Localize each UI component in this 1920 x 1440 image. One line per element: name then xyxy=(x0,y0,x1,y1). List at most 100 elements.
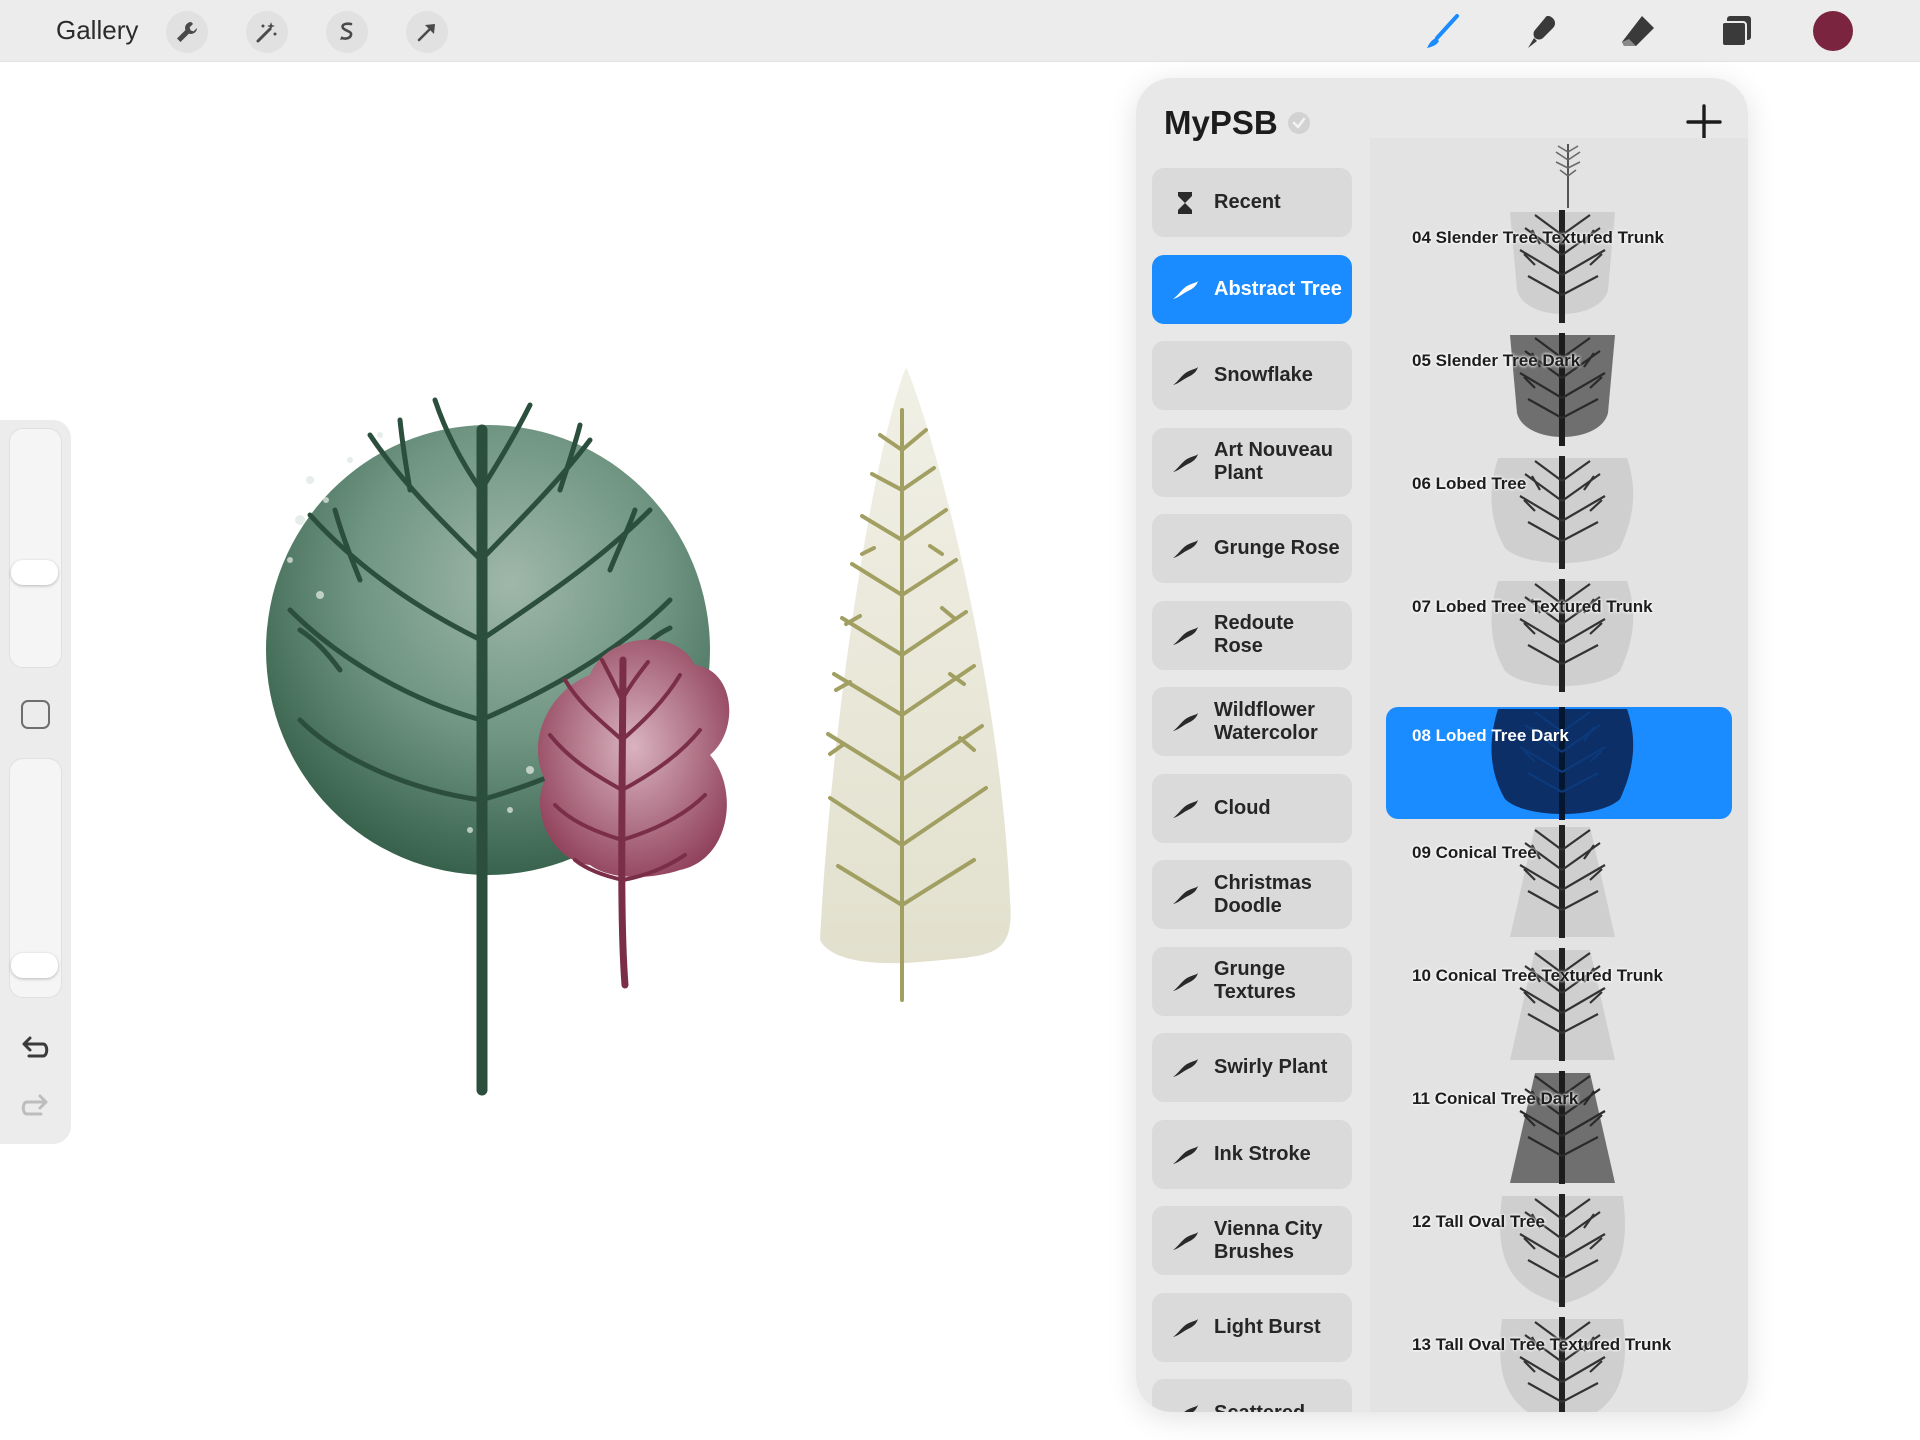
brush-set-label: Snowflake xyxy=(1214,364,1313,386)
brush-set-item[interactable]: Light Burst xyxy=(1152,1292,1352,1362)
brush-stroke-icon xyxy=(1173,713,1198,731)
brush-set-label: Cloud xyxy=(1214,796,1271,819)
brush-size-thumb[interactable] xyxy=(11,559,58,585)
conifer-tree xyxy=(820,367,1011,1002)
transform-arrow-icon[interactable] xyxy=(406,11,448,53)
top-toolbar: Gallery xyxy=(0,0,1920,62)
brush-set-item[interactable]: Vienna City Brushes xyxy=(1152,1206,1352,1275)
eraser-icon[interactable] xyxy=(1614,8,1662,56)
brush-preview xyxy=(1500,1317,1625,1412)
brush-item[interactable]: 07 Lobed Tree Textured Trunk xyxy=(1370,579,1748,702)
brush-item[interactable]: 11 Conical Tree Dark xyxy=(1370,1071,1748,1194)
brush-size-slider[interactable] xyxy=(9,428,62,668)
brush-name: 13 Tall Oval Tree Textured Trunk xyxy=(1412,1335,1672,1354)
brush-set-item[interactable]: Christmas Doodle xyxy=(1152,860,1352,929)
brush-stroke-icon xyxy=(1173,1232,1198,1250)
brush-stroke-icon xyxy=(1173,626,1198,645)
left-sidebar xyxy=(0,420,71,1144)
brush-set-label: Recent xyxy=(1214,191,1281,213)
brush-name: 12 Tall Oval Tree xyxy=(1412,1212,1545,1231)
brush-icon[interactable] xyxy=(1419,8,1467,56)
brush-set-item[interactable]: Abstract Tree xyxy=(1152,254,1352,324)
brush-preview[interactable] xyxy=(1548,142,1588,210)
opacity-thumb[interactable] xyxy=(11,952,58,978)
brush-preview xyxy=(1491,707,1634,820)
brush-set-label: Abstract Tree xyxy=(1214,277,1342,300)
brush-set-label: Light Burst xyxy=(1214,1315,1321,1338)
brush-set-label: Grunge Rose xyxy=(1214,537,1340,559)
brush-set-item[interactable]: Ink Stroke xyxy=(1152,1119,1352,1189)
brush-name: 04 Slender Tree Textured Trunk xyxy=(1412,228,1664,247)
brush-set-item[interactable]: Wildflower Watercolor xyxy=(1152,687,1352,756)
brush-stroke-icon xyxy=(1173,367,1198,385)
brush-set-label: Swirly Plant xyxy=(1214,1056,1328,1078)
imported-check-icon xyxy=(1288,112,1310,134)
brush-library-panel: MyPSB Recent Abstract Tree Snowflake Art No… xyxy=(1136,78,1748,1412)
brush-name: 06 Lobed Tree xyxy=(1412,474,1527,493)
brush-set-label: Art Nouveau Plant xyxy=(1214,439,1333,484)
brush-set-label: Wildflower Watercolor xyxy=(1214,698,1318,744)
wrench-icon[interactable] xyxy=(166,11,208,53)
brush-item[interactable]: 06 Lobed Tree xyxy=(1370,456,1748,579)
add-brush-icon[interactable] xyxy=(1684,102,1724,142)
undo-icon[interactable] xyxy=(17,1030,53,1066)
hourglass-icon xyxy=(1178,192,1192,214)
brush-name: 08 Lobed Tree Dark xyxy=(1412,726,1569,745)
brush-item[interactable]: 04 Slender Tree Textured Trunk xyxy=(1370,210,1748,333)
redo-icon[interactable] xyxy=(17,1088,53,1124)
small-pink-tree xyxy=(537,639,730,989)
selection-icon[interactable] xyxy=(326,11,368,53)
brush-item[interactable]: 09 Conical Tree xyxy=(1370,825,1748,948)
brush-name: 11 Conical Tree Dark xyxy=(1412,1089,1579,1108)
modifier-button[interactable] xyxy=(21,700,50,729)
magic-wand-icon[interactable] xyxy=(246,11,288,53)
brush-set-item[interactable]: Scattered xyxy=(1152,1379,1352,1412)
canvas-artwork[interactable] xyxy=(230,340,1050,1220)
brush-stroke-icon xyxy=(1173,1145,1198,1164)
brush-stroke-icon xyxy=(1184,1405,1198,1412)
brush-stroke-icon xyxy=(1173,972,1198,991)
brush-stroke-icon xyxy=(1173,799,1198,818)
brush-stroke-icon xyxy=(1173,453,1198,472)
brush-set-item[interactable]: Art Nouveau Plant xyxy=(1152,427,1352,497)
layers-icon[interactable] xyxy=(1712,8,1760,56)
brush-preview xyxy=(1510,333,1615,446)
brush-set-label: Christmas Doodle xyxy=(1214,871,1312,917)
brush-list[interactable]: 04 Slender Tree Textured Trunk 05 Slender… xyxy=(1370,138,1748,1412)
brush-preview xyxy=(1510,210,1615,323)
color-swatch[interactable] xyxy=(1813,11,1853,51)
brush-item[interactable]: 13 Tall Oval Tree Textured Trunk xyxy=(1370,1317,1748,1412)
brush-item[interactable]: 10 Conical Tree Textured Trunk xyxy=(1370,948,1748,1071)
brush-set-item[interactable]: Snowflake xyxy=(1152,341,1352,410)
brush-set-item[interactable]: Recent xyxy=(1152,168,1352,237)
brush-preview xyxy=(1510,948,1615,1061)
brush-set-label: Scattered xyxy=(1214,1402,1344,1412)
brush-stroke-icon xyxy=(1173,1059,1198,1077)
brush-set-item[interactable]: Cloud xyxy=(1152,773,1352,843)
gallery-button[interactable]: Gallery xyxy=(56,15,138,46)
brush-item[interactable]: 12 Tall Oval Tree xyxy=(1370,1194,1748,1317)
brush-preview xyxy=(1491,456,1634,569)
brush-item[interactable]: 08 Lobed Tree Dark xyxy=(1386,707,1732,820)
brush-set-item[interactable]: Grunge Textures xyxy=(1152,946,1352,1016)
brush-name: 07 Lobed Tree Textured Trunk xyxy=(1412,597,1653,616)
brush-name: 05 Slender Tree Dark xyxy=(1412,351,1581,370)
library-title: MyPSB xyxy=(1164,104,1278,141)
brush-set-item[interactable]: Swirly Plant xyxy=(1152,1033,1352,1102)
brush-set-list[interactable]: Recent Abstract Tree Snowflake Art Nouveau … xyxy=(1152,168,1352,1412)
brush-preview xyxy=(1510,825,1615,938)
brush-preview xyxy=(1500,1194,1625,1307)
brush-stroke-icon xyxy=(1173,540,1198,558)
brush-set-label: Ink Stroke xyxy=(1214,1142,1311,1165)
brush-stroke-icon xyxy=(1173,886,1198,904)
brush-set-item[interactable]: Grunge Rose xyxy=(1152,514,1352,583)
brush-name: 09 Conical Tree xyxy=(1412,843,1537,862)
brush-name: 10 Conical Tree Textured Trunk xyxy=(1412,966,1663,985)
brush-set-item[interactable]: Redoute Rose xyxy=(1152,600,1352,670)
smudge-icon[interactable] xyxy=(1517,8,1565,56)
brush-item[interactable]: 05 Slender Tree Dark xyxy=(1370,333,1748,456)
brush-preview xyxy=(1491,579,1634,692)
brush-set-label: Vienna City Brushes xyxy=(1214,1217,1323,1263)
brush-stroke-icon xyxy=(1173,280,1198,299)
brush-set-label: Redoute Rose xyxy=(1214,612,1294,657)
